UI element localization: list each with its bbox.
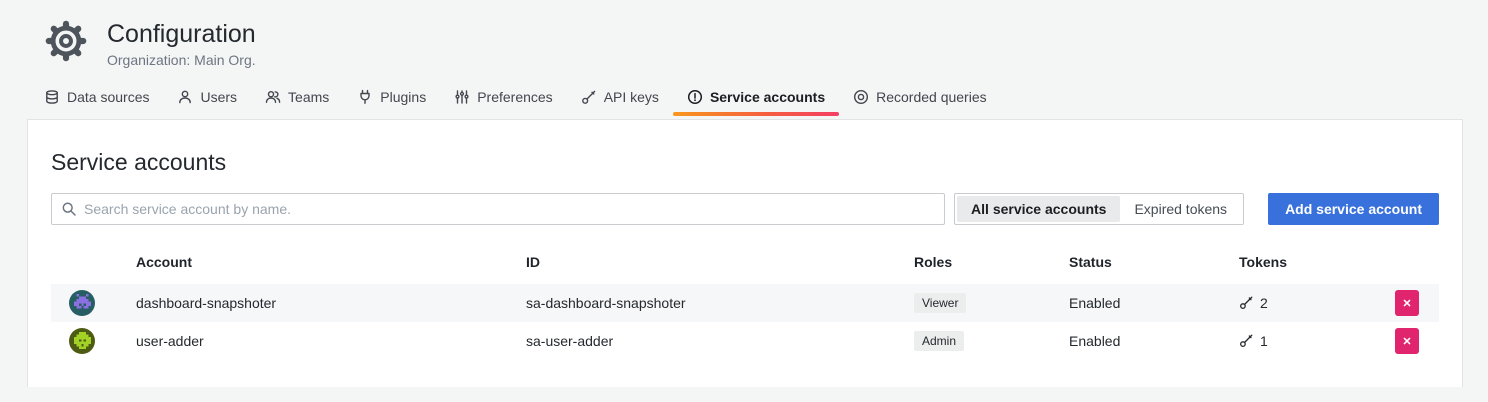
tokens-cell: 1 [1239,333,1395,349]
account-name-link[interactable]: user-adder [136,333,526,349]
tab-label: Data sources [67,89,149,105]
key-icon [1239,333,1254,348]
content-card: Service accounts All service accounts Ex… [27,119,1463,387]
token-count: 1 [1260,333,1268,349]
account-id: sa-user-adder [526,333,914,349]
avatar [69,290,95,316]
page-subtitle: Organization: Main Org. [107,52,256,68]
close-icon [1401,297,1413,309]
search-icon [61,201,77,217]
tab-label: Preferences [477,89,552,105]
status-value: Enabled [1069,333,1239,349]
avatar-cell [51,328,136,354]
role-badge: Admin [914,331,964,351]
tab-teams[interactable]: Teams [251,83,343,116]
filter-group: All service accounts Expired tokens [954,193,1244,225]
exclamation-circle-icon [687,89,703,105]
close-icon [1401,335,1413,347]
tab-service-accounts[interactable]: Service accounts [673,83,839,116]
column-header-roles: Roles [914,254,1069,270]
actions-cell [1395,290,1439,316]
users-icon [265,89,281,105]
search-input[interactable] [84,201,935,217]
roles-cell: Viewer [914,293,1069,313]
page-header: Configuration Organization: Main Org. [0,0,1488,68]
key-icon [1239,295,1254,310]
tab-label: Teams [288,89,329,105]
column-header-status: Status [1069,254,1239,270]
delete-service-account-button[interactable] [1395,328,1419,354]
role-badge: Viewer [914,293,966,313]
tab-users[interactable]: Users [163,83,251,116]
tab-label: Service accounts [710,89,825,105]
sliders-icon [454,89,470,105]
tab-label: Recorded queries [876,89,987,105]
column-header-id: ID [526,254,914,270]
key-icon [581,89,597,105]
add-service-account-button[interactable]: Add service account [1268,193,1439,225]
plug-icon [357,89,373,105]
user-icon [177,89,193,105]
service-accounts-table: Account ID Roles Status Tokens [51,254,1439,360]
tab-data-sources[interactable]: Data sources [30,83,163,116]
filter-expired-tokens[interactable]: Expired tokens [1120,196,1241,222]
table-row[interactable]: dashboard-snapshoter sa-dashboard-snapsh… [51,284,1439,322]
tab-plugins[interactable]: Plugins [343,83,440,116]
account-name-link[interactable]: dashboard-snapshoter [136,295,526,311]
column-header-tokens: Tokens [1239,254,1395,270]
roles-cell: Admin [914,331,1069,351]
database-icon [44,89,60,105]
avatar-cell [51,290,136,316]
header-text: Configuration Organization: Main Org. [107,20,256,68]
tab-api-keys[interactable]: API keys [567,83,673,116]
tab-label: Plugins [380,89,426,105]
table-header-row: Account ID Roles Status Tokens [51,254,1439,284]
search-box [51,193,945,225]
record-circle-icon [853,89,869,105]
avatar [69,328,95,354]
tab-bar: Data sources Users Teams [0,83,1488,116]
toolbar: All service accounts Expired tokens Add … [51,193,1439,225]
gear-icon [45,20,87,62]
account-id: sa-dashboard-snapshoter [526,295,914,311]
column-header-account: Account [136,254,526,270]
status-value: Enabled [1069,295,1239,311]
tab-preferences[interactable]: Preferences [440,83,566,116]
actions-cell [1395,328,1439,354]
section-title: Service accounts [51,149,1439,176]
tab-label: API keys [604,89,659,105]
tab-recorded-queries[interactable]: Recorded queries [839,83,1001,116]
page-title: Configuration [107,20,256,49]
tokens-cell: 2 [1239,295,1395,311]
token-count: 2 [1260,295,1268,311]
tab-label: Users [200,89,237,105]
delete-service-account-button[interactable] [1395,290,1419,316]
table-row[interactable]: user-adder sa-user-adder Admin Enabled 1 [51,322,1439,360]
filter-all-service-accounts[interactable]: All service accounts [957,196,1120,222]
